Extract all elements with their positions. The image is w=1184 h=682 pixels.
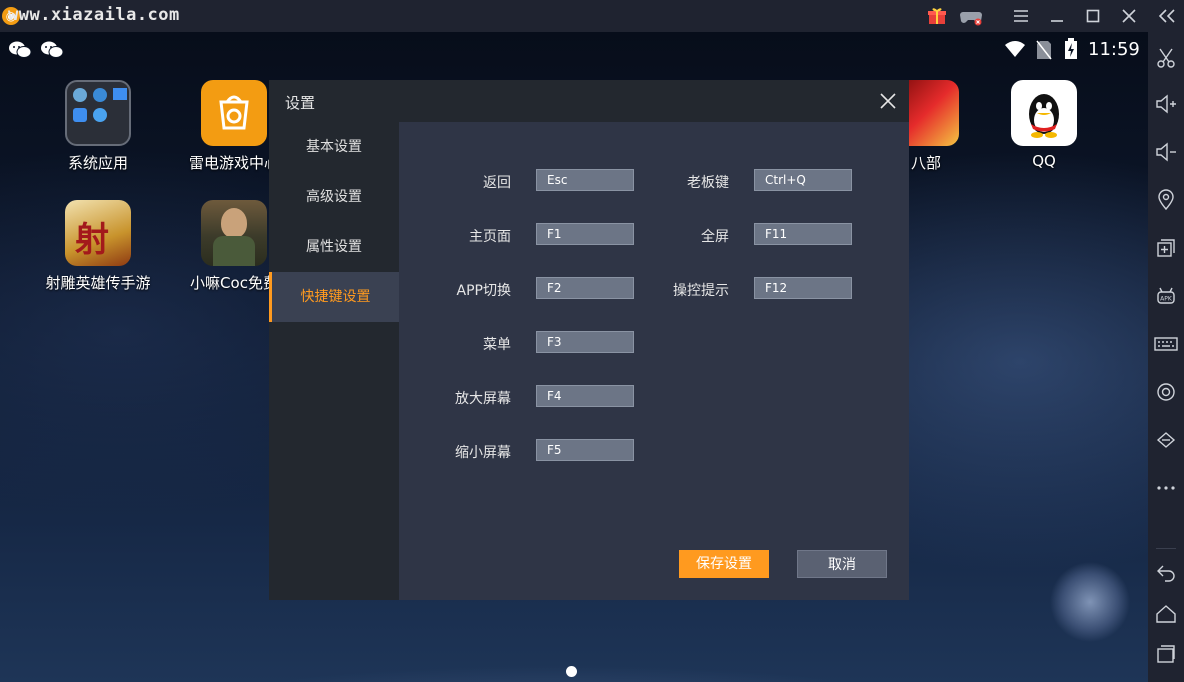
volume-down-icon[interactable] (1154, 140, 1178, 164)
settings-dialog: 设置 基本设置 高级设置 属性设置 快捷键设置 返回 Esc 主页面 F1 AP… (269, 80, 909, 600)
app-label: QQ (1032, 152, 1056, 170)
shake-icon[interactable] (1154, 428, 1178, 452)
android-status-bar: 11:59 (0, 32, 1148, 68)
minimize-icon[interactable] (1044, 4, 1070, 28)
home-icon[interactable] (1154, 602, 1178, 626)
multi-window-icon[interactable] (1154, 236, 1178, 260)
shortcut-label-back: 返回 (483, 175, 511, 191)
shortcut-label-zoom-in: 放大屏幕 (455, 391, 511, 407)
svg-text:APK: APK (1160, 296, 1173, 303)
dialog-title: 设置 (285, 94, 316, 112)
settings-sidebar: 基本设置 高级设置 属性设置 快捷键设置 (269, 122, 399, 600)
volume-up-icon[interactable] (1154, 92, 1178, 116)
gift-icon[interactable] (924, 4, 950, 28)
shortcut-label-menu: 菜单 (483, 337, 511, 353)
shortcut-field-boss-key[interactable]: Ctrl+Q (754, 169, 852, 191)
title-bar: ◉ www.xiazaila.com (0, 0, 1184, 32)
more-icon[interactable] (1154, 476, 1178, 500)
shortcut-field-back[interactable]: Esc (536, 169, 634, 191)
shortcut-label-app-switch: APP切换 (456, 283, 511, 299)
app-shediao[interactable]: 射 射雕英雄传手游 (38, 200, 158, 293)
maximize-icon[interactable] (1080, 4, 1106, 28)
shortcut-field-app-switch[interactable]: F2 (536, 277, 634, 299)
wechat-icon (8, 40, 32, 64)
folder-icon (65, 80, 131, 146)
no-sim-icon (1036, 40, 1052, 64)
shortcut-field-fullscreen[interactable]: F11 (754, 223, 852, 245)
nav-basic-settings[interactable]: 基本设置 (269, 122, 399, 172)
shortcut-label-zoom-out: 缩小屏幕 (455, 445, 511, 461)
collapse-icon[interactable] (1154, 4, 1180, 28)
shortcut-field-zoom-in[interactable]: F4 (536, 385, 634, 407)
shortcut-label-home: 主页面 (469, 229, 511, 245)
nav-property-settings[interactable]: 属性设置 (269, 222, 399, 272)
menu-icon[interactable] (1008, 4, 1034, 28)
shortcut-label-boss-key: 老板键 (687, 175, 729, 191)
wifi-icon (1004, 40, 1026, 62)
scissors-icon[interactable] (1154, 46, 1178, 70)
window-title: www.xiazaila.com (8, 5, 180, 25)
battery-icon (1064, 38, 1078, 64)
dialog-close-icon[interactable] (877, 90, 899, 112)
page-indicator-dot (566, 666, 577, 677)
location-icon[interactable] (1154, 188, 1178, 212)
status-time: 11:59 (1088, 39, 1140, 60)
shortcut-field-menu[interactable]: F3 (536, 331, 634, 353)
shortcut-label-control-tips: 操控提示 (673, 283, 729, 299)
gamepad-icon[interactable] (958, 4, 984, 28)
game-center-icon (201, 80, 267, 146)
nav-shortcut-settings[interactable]: 快捷键设置 (269, 272, 399, 322)
settings-icon[interactable] (1154, 380, 1178, 404)
emulator-toolbar: APK (1148, 32, 1184, 682)
shortcut-label-fullscreen: 全屏 (701, 229, 729, 245)
app-label: 射雕英雄传手游 (45, 274, 151, 292)
back-icon[interactable] (1154, 560, 1178, 584)
apk-icon[interactable]: APK (1154, 284, 1178, 308)
shortcut-field-home[interactable]: F1 (536, 223, 634, 245)
recents-icon[interactable] (1154, 642, 1178, 666)
keyboard-icon[interactable] (1154, 332, 1178, 356)
shediao-game-icon: 射 (65, 200, 131, 266)
coc-game-icon (201, 200, 267, 266)
wechat-icon (40, 40, 64, 64)
shortcut-field-control-tips[interactable]: F12 (754, 277, 852, 299)
app-qq[interactable]: QQ (984, 80, 1104, 170)
qq-icon (1011, 80, 1077, 146)
save-button[interactable]: 保存设置 (679, 550, 769, 578)
cancel-button[interactable]: 取消 (797, 550, 887, 578)
app-system-apps[interactable]: 系统应用 (38, 80, 158, 173)
dialog-header: 设置 (269, 80, 909, 122)
close-icon[interactable] (1116, 4, 1142, 28)
app-label: 系统应用 (67, 154, 128, 172)
shortcut-field-zoom-out[interactable]: F5 (536, 439, 634, 461)
toolbar-divider (1156, 548, 1176, 549)
nav-advanced-settings[interactable]: 高级设置 (269, 172, 399, 222)
